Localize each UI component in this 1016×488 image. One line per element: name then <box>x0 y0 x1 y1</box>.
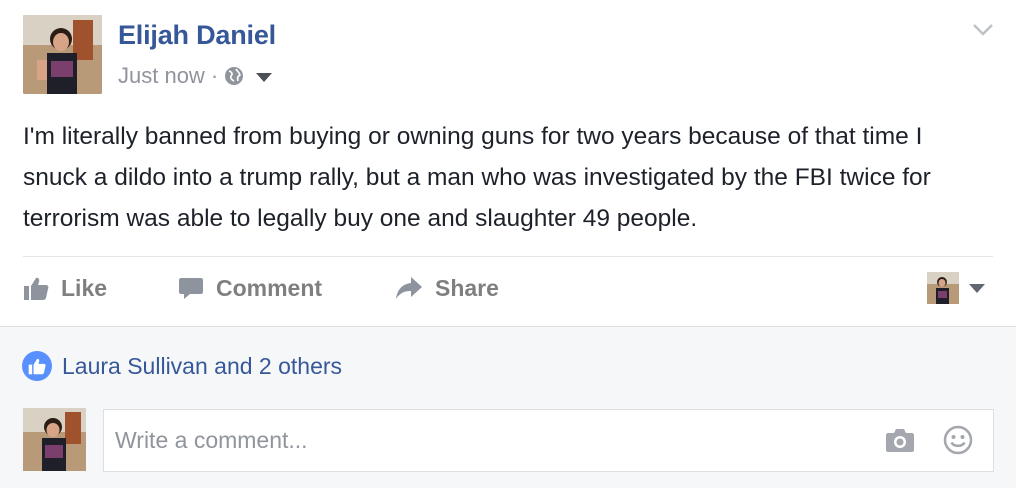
comment-input[interactable] <box>104 410 844 471</box>
comment-composer <box>103 409 994 472</box>
caret-down-icon <box>969 283 985 293</box>
meta-separator: · <box>210 63 219 88</box>
post-footer: Laura Sullivan and 2 others <box>0 326 1016 488</box>
share-label: Share <box>435 274 499 301</box>
post-as-selector[interactable] <box>927 268 985 308</box>
facebook-post: Elijah Daniel Just now · I'm literally b… <box>0 0 1016 488</box>
viewer-avatar <box>927 272 959 304</box>
speech-bubble-icon <box>178 275 204 301</box>
thumbs-up-icon <box>23 275 49 301</box>
comment-button[interactable]: Comment <box>178 268 322 308</box>
share-button[interactable]: Share <box>395 268 499 308</box>
commenter-avatar[interactable] <box>23 408 86 471</box>
author-avatar[interactable] <box>23 15 102 94</box>
emoji-smile-icon[interactable] <box>943 425 973 460</box>
privacy-caret-icon[interactable] <box>256 72 273 82</box>
post-meta: Just now · <box>118 63 273 89</box>
post-timestamp[interactable]: Just now <box>118 63 205 89</box>
share-arrow-icon <box>395 275 423 301</box>
comment-label: Comment <box>216 274 323 301</box>
like-button[interactable]: Like <box>23 268 107 308</box>
globe-icon[interactable] <box>224 66 244 86</box>
author-name[interactable]: Elijah Daniel <box>118 20 276 51</box>
camera-icon[interactable] <box>885 427 915 458</box>
post-options-chevron-icon[interactable] <box>972 22 994 38</box>
post-body-text: I'm literally banned from buying or owni… <box>23 123 931 232</box>
like-badge-icon <box>22 351 52 381</box>
like-label: Like <box>61 274 108 301</box>
divider <box>23 256 993 257</box>
reaction-summary-link[interactable]: Laura Sullivan and 2 others <box>62 353 342 380</box>
reaction-summary: Laura Sullivan and 2 others <box>22 351 342 381</box>
post-action-bar: Like Comment Share <box>23 268 993 308</box>
